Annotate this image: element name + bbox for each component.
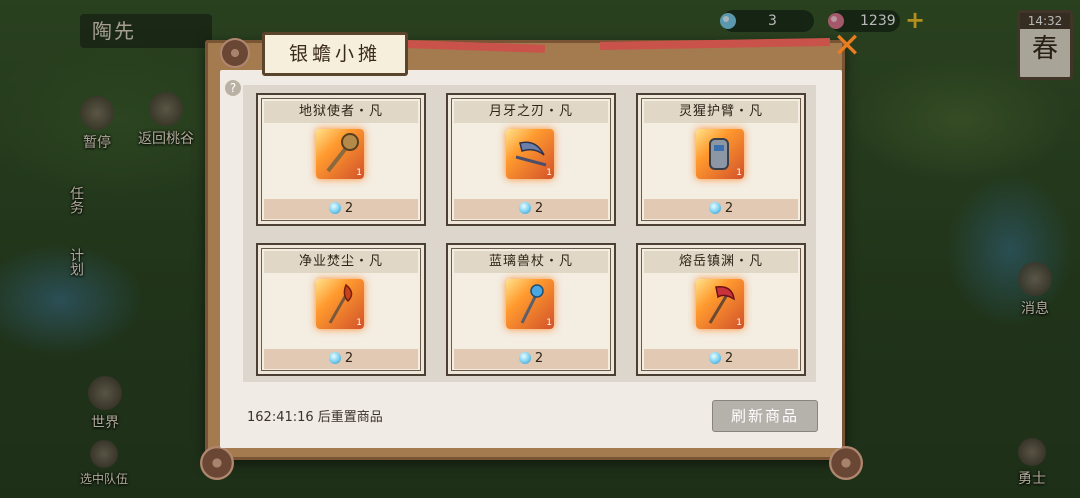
- cart-wheel: [220, 38, 250, 68]
- price-value: 2: [344, 351, 354, 366]
- help-button[interactable]: ?: [225, 80, 241, 96]
- item-price: 2: [264, 199, 418, 219]
- item-level: 1: [736, 318, 742, 328]
- crystal-icon: [518, 352, 531, 364]
- item-name: 蓝璃兽杖・凡: [454, 251, 608, 273]
- item-price: 2: [644, 349, 798, 369]
- item-slot: 1: [506, 129, 554, 179]
- shop-item-card[interactable]: 月牙之刃・凡 1 2: [446, 93, 616, 226]
- item-price: 2: [454, 199, 608, 219]
- crystal-icon: [518, 202, 531, 214]
- price-value: 2: [534, 201, 544, 216]
- refresh-items-button[interactable]: 刷新商品: [712, 400, 818, 432]
- item-level: 1: [736, 168, 742, 178]
- item-slot: 1: [316, 129, 364, 179]
- price-value: 2: [724, 351, 734, 366]
- price-value: 2: [534, 351, 544, 366]
- cart-wheel: [200, 446, 234, 480]
- crystal-icon: [708, 202, 721, 214]
- item-name: 灵猩护臂・凡: [644, 101, 798, 123]
- cart-wheel: [829, 446, 863, 480]
- item-name: 地狱使者・凡: [264, 101, 418, 123]
- item-name: 净业焚尘・凡: [264, 251, 418, 273]
- shop-item-grid: 地狱使者・凡 1 2 月牙之刃・凡 1 2 灵猩护臂・凡 1 2 净业焚尘・凡 …: [243, 85, 816, 382]
- item-price: 2: [454, 349, 608, 369]
- item-slot: 1: [696, 129, 744, 179]
- shop-item-card[interactable]: 蓝璃兽杖・凡 1 2: [446, 243, 616, 376]
- item-slot: 1: [696, 279, 744, 329]
- item-slot: 1: [316, 279, 364, 329]
- item-level: 1: [356, 168, 362, 178]
- item-price: 2: [644, 199, 798, 219]
- item-name: 熔岳镇渊・凡: [644, 251, 798, 273]
- shop-title: 银蟾小摊: [262, 32, 408, 76]
- shop-item-card[interactable]: 净业焚尘・凡 1 2: [256, 243, 426, 376]
- shop-item-card[interactable]: 熔岳镇渊・凡 1 2: [636, 243, 806, 376]
- crystal-icon: [708, 352, 721, 364]
- item-level: 1: [356, 318, 362, 328]
- close-button[interactable]: ✕: [831, 29, 863, 63]
- item-level: 1: [546, 168, 552, 178]
- crystal-icon: [328, 352, 341, 364]
- shop-item-card[interactable]: 地狱使者・凡 1 2: [256, 93, 426, 226]
- price-value: 2: [724, 201, 734, 216]
- shop-item-card[interactable]: 灵猩护臂・凡 1 2: [636, 93, 806, 226]
- reset-countdown: 162:41:16 后重置商品: [247, 410, 383, 425]
- item-level: 1: [546, 318, 552, 328]
- item-name: 月牙之刃・凡: [454, 101, 608, 123]
- crystal-icon: [328, 202, 341, 214]
- price-value: 2: [344, 201, 354, 216]
- item-slot: 1: [506, 279, 554, 329]
- item-price: 2: [264, 349, 418, 369]
